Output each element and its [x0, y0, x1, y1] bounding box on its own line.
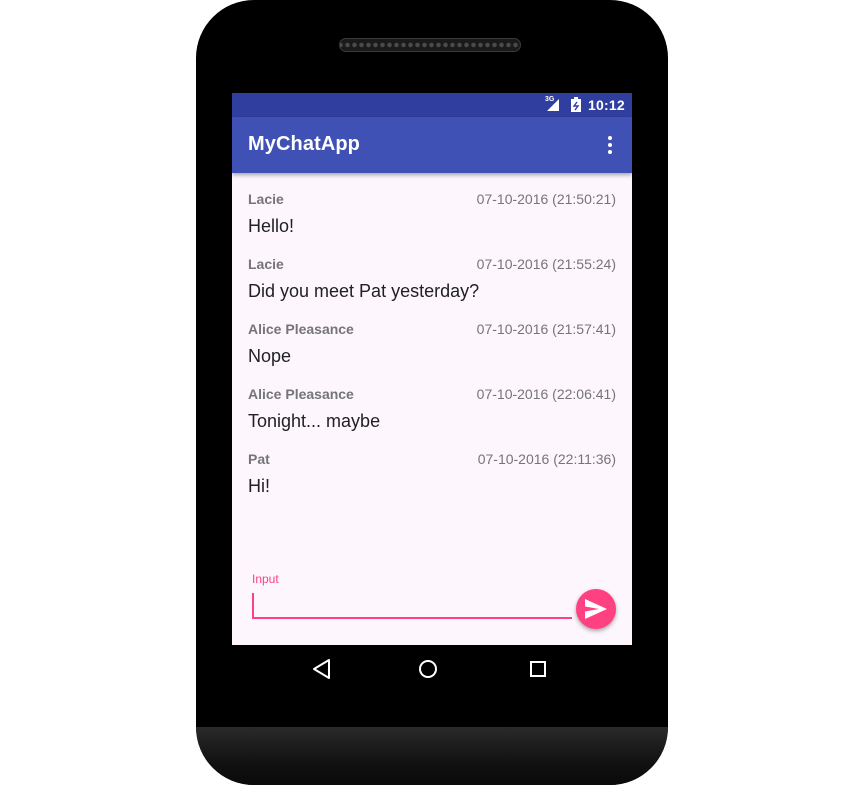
message-timestamp: 07-10-2016 (22:06:41) [476, 386, 616, 402]
message-item: Lacie 07-10-2016 (21:55:24) Did you meet… [232, 238, 632, 303]
message-item: Alice Pleasance 07-10-2016 (22:06:41) To… [232, 368, 632, 433]
app-title: MyChatApp [248, 133, 361, 155]
message-text: Hi! [248, 476, 270, 496]
send-icon [585, 599, 607, 619]
status-clock: 10:12 [588, 97, 625, 113]
recents-square-icon[interactable] [526, 657, 550, 681]
home-circle-icon[interactable] [416, 657, 440, 681]
message-list: Lacie 07-10-2016 (21:50:21) Hello! Lacie… [232, 173, 632, 498]
phone-chin [196, 727, 668, 785]
signal-icon [547, 99, 559, 111]
message-timestamp: 07-10-2016 (21:55:24) [476, 256, 616, 272]
message-text: Nope [248, 346, 292, 366]
message-text: Tonight... maybe [248, 411, 381, 431]
message-item: Alice Pleasance 07-10-2016 (21:57:41) No… [232, 303, 632, 368]
phone-speaker [339, 38, 521, 52]
message-item: Pat 07-10-2016 (22:11:36) Hi! [232, 433, 632, 498]
back-triangle-icon[interactable] [310, 657, 334, 681]
more-vert-icon[interactable] [600, 133, 620, 157]
status-bar: 3G 10:12 [232, 93, 632, 117]
compose-area: Input [232, 563, 632, 645]
message-input[interactable] [252, 591, 572, 619]
app-bar: MyChatApp [232, 117, 632, 173]
message-author: Alice Pleasance [248, 386, 354, 402]
message-timestamp: 07-10-2016 (22:11:36) [477, 451, 616, 467]
message-timestamp: 07-10-2016 (21:57:41) [476, 321, 616, 337]
phone-frame: 3G 10:12 MyChatApp Lacie 07-10-2016 (21:… [196, 0, 668, 785]
message-timestamp: 07-10-2016 (21:50:21) [476, 191, 616, 207]
message-author: Alice Pleasance [248, 321, 354, 337]
device-screen: 3G 10:12 MyChatApp Lacie 07-10-2016 (21:… [232, 93, 632, 645]
message-text: Did you meet Pat yesterday? [248, 281, 480, 301]
battery-icon [571, 97, 581, 112]
message-author: Pat [248, 451, 270, 467]
navigation-bar [232, 645, 632, 693]
send-button[interactable] [576, 589, 616, 629]
message-author: Lacie [248, 256, 284, 272]
text-cursor [252, 593, 254, 617]
message-author: Lacie [248, 191, 284, 207]
message-text: Hello! [248, 216, 295, 236]
message-item: Lacie 07-10-2016 (21:50:21) Hello! [232, 173, 632, 238]
input-label: Input [252, 572, 279, 586]
